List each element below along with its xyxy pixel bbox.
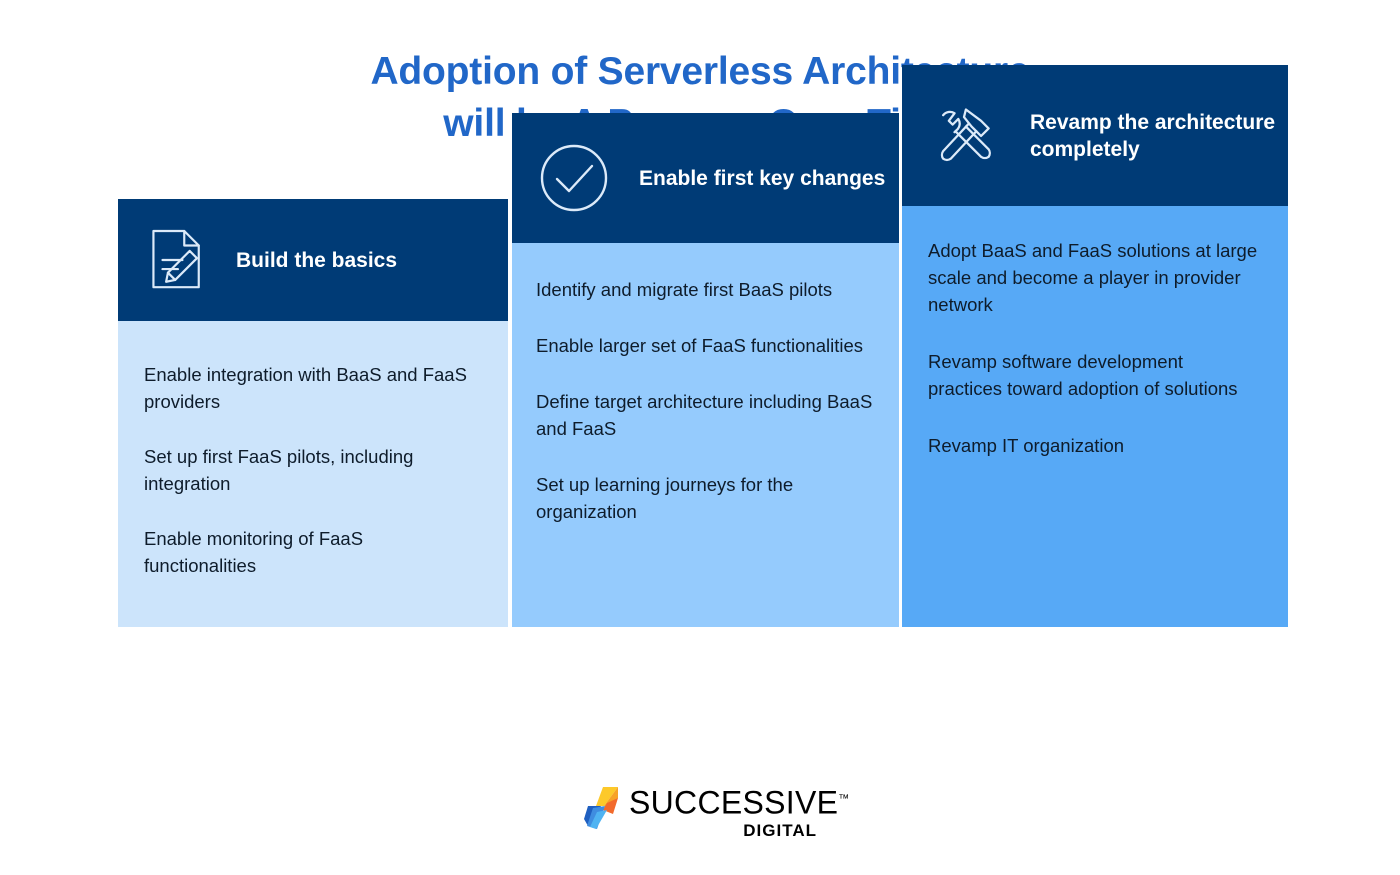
stage-column-1: Build the basics Enable integration with… xyxy=(118,199,508,627)
logo-trademark: ™ xyxy=(838,793,850,805)
stage-2-header: Enable first key changes xyxy=(512,113,899,243)
list-item: Adopt BaaS and FaaS solutions at large s… xyxy=(928,240,1258,315)
stage-2-body: Identify and migrate first BaaS pilots E… xyxy=(512,243,899,627)
list-item: Set up learning journeys for the organiz… xyxy=(536,474,794,522)
check-circle-icon xyxy=(537,141,611,215)
document-pencil-icon xyxy=(144,224,210,296)
list-item: Enable larger set of FaaS functionalitie… xyxy=(536,335,864,356)
list-item: Define target architecture including Baa… xyxy=(536,391,873,439)
successive-digital-logo: SUCCESSIVE™ DIGITAL xyxy=(583,783,849,840)
stage-1-body: Enable integration with BaaS and FaaS pr… xyxy=(118,321,508,627)
stage-column-2: Enable first key changes Identify and mi… xyxy=(512,113,899,627)
logo-subtitle: DIGITAL xyxy=(743,820,817,840)
list-item: Identify and migrate first BaaS pilots xyxy=(536,279,833,300)
successive-chevron-mark-icon xyxy=(583,786,621,830)
list-item: Enable integration with BaaS and FaaS pr… xyxy=(144,364,467,412)
list-item: Revamp IT organization xyxy=(928,435,1125,456)
stage-3-body: Adopt BaaS and FaaS solutions at large s… xyxy=(902,206,1288,627)
list-item: Set up first FaaS pilots, including inte… xyxy=(144,446,414,494)
stage-1-heading: Build the basics xyxy=(236,248,398,272)
stage-3-heading: Revamp the architecture completely xyxy=(1030,110,1276,161)
stage-column-3: Revamp the architecture completely Adopt… xyxy=(902,65,1288,627)
stage-1-header: Build the basics xyxy=(118,199,508,321)
logo-name-text: SUCCESSIVE xyxy=(629,784,839,821)
logo-wordmark: SUCCESSIVE™ DIGITAL xyxy=(629,783,849,840)
hammer-wrench-icon xyxy=(926,97,1002,175)
stage-3-header: Revamp the architecture completely xyxy=(902,65,1288,206)
stage-2-heading: Enable first key changes xyxy=(639,166,886,190)
list-item: Enable monitoring of FaaS functionalitie… xyxy=(144,528,364,576)
staircase-chart: Build the basics Enable integration with… xyxy=(0,0,1400,760)
logo-name: SUCCESSIVE™ xyxy=(629,783,849,820)
list-item: Revamp software development practices to… xyxy=(928,351,1238,399)
